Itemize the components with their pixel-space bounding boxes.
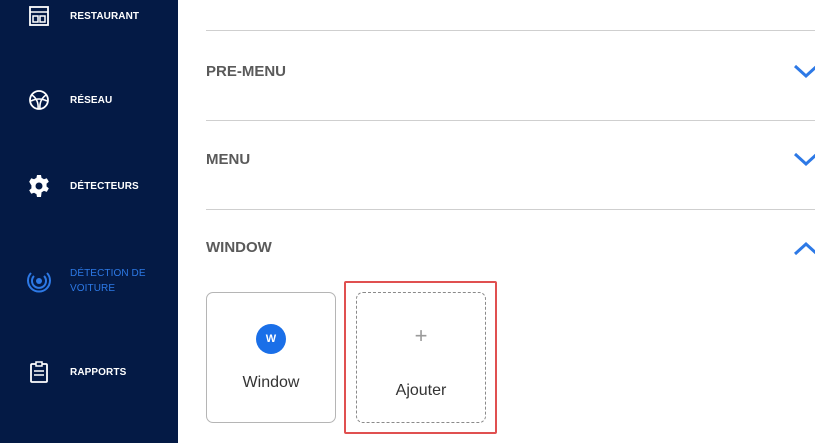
clipboard-icon — [26, 359, 52, 385]
section-title: PRE-MENU — [206, 63, 287, 80]
section-header-menu[interactable]: MENU — [206, 146, 815, 176]
window-badge: W — [256, 324, 286, 354]
chevron-down-icon — [793, 64, 815, 79]
sidebar-item-rapports[interactable]: RAPPORTS — [0, 352, 178, 392]
add-window-button[interactable]: + Ajouter — [356, 292, 486, 423]
network-icon — [26, 87, 52, 113]
store-icon — [26, 3, 52, 29]
sidebar: RESTAURANT RÉSEAU DÉTECTEURS DÉTECTION D… — [0, 0, 178, 443]
chevron-up-icon — [793, 241, 815, 256]
divider — [206, 30, 815, 31]
sidebar-item-detecteurs[interactable]: DÉTECTEURS — [0, 166, 178, 206]
section-header-window[interactable]: WINDOW — [206, 234, 815, 264]
window-card-label: Window — [242, 374, 300, 391]
section-title: WINDOW — [206, 239, 272, 256]
chevron-down-icon — [793, 152, 815, 167]
sidebar-item-restaurant[interactable]: RESTAURANT — [0, 0, 178, 36]
sidebar-item-detection-voiture[interactable]: DÉTECTION DE VOITURE — [0, 256, 178, 306]
radar-icon — [26, 268, 52, 294]
gear-icon — [26, 173, 52, 199]
sidebar-item-label: RESTAURANT — [70, 10, 140, 22]
sidebar-item-label: DÉTECTEURS — [70, 180, 139, 192]
sidebar-item-label: RAPPORTS — [70, 366, 127, 378]
divider — [206, 120, 815, 121]
main-content: PRE-MENU MENU WINDOW W Window + Ajouter — [178, 0, 815, 443]
window-card[interactable]: W Window — [206, 292, 336, 423]
sidebar-item-label: RÉSEAU — [70, 94, 113, 106]
divider — [206, 209, 815, 210]
plus-icon: + — [414, 323, 428, 348]
section-title: MENU — [206, 151, 251, 168]
sidebar-item-label: DÉTECTION DE VOITURE — [70, 268, 146, 294]
sidebar-item-reseau[interactable]: RÉSEAU — [0, 80, 178, 120]
section-header-pre-menu[interactable]: PRE-MENU — [206, 58, 815, 88]
add-window-label: Ajouter — [395, 382, 447, 399]
